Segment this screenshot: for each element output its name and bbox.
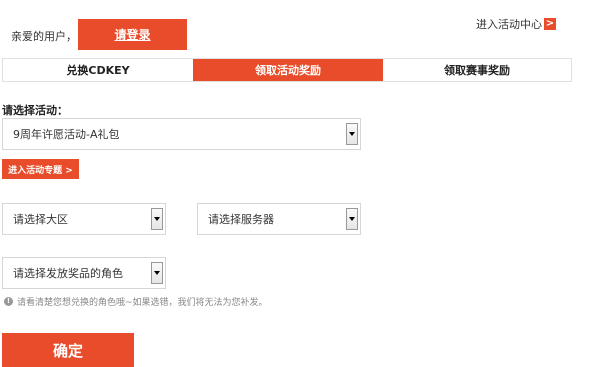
- region-select[interactable]: 请选择大区: [2, 203, 166, 235]
- enter-activity-center-label: 进入活动中心: [476, 18, 542, 31]
- greeting-text: 亲爱的用户，: [11, 30, 77, 43]
- arrow-right-icon: >: [544, 18, 556, 30]
- notice-text: 请看清楚您想兑换的角色哦~如果选错，我们将无法为您补发。: [17, 298, 268, 308]
- activity-select-value: 9周年许愿活动-A礼包: [13, 128, 120, 141]
- server-select[interactable]: 请选择服务器: [197, 203, 361, 235]
- role-select[interactable]: 请选择发放奖品的角色: [2, 257, 166, 289]
- region-select-value: 请选择大区: [13, 213, 68, 226]
- dropdown-arrow-icon[interactable]: [346, 123, 358, 145]
- notice: ! 请看清楚您想兑换的角色哦~如果选错，我们将无法为您补发。: [4, 295, 268, 308]
- tab-cdkey[interactable]: 兑换CDKEY: [3, 59, 193, 81]
- server-select-value: 请选择服务器: [208, 213, 274, 226]
- dropdown-arrow-icon[interactable]: [346, 208, 358, 230]
- activity-select-label: 请选择活动：: [2, 104, 68, 117]
- info-icon: !: [4, 297, 13, 306]
- confirm-button[interactable]: 确定: [2, 333, 134, 367]
- role-select-value: 请选择发放奖品的角色: [13, 267, 123, 280]
- login-button[interactable]: 请登录: [78, 19, 187, 50]
- tab-bar: 兑换CDKEY 领取活动奖励 领取赛事奖励: [2, 58, 572, 82]
- enter-topic-button[interactable]: 进入活动专题 >: [2, 159, 79, 179]
- enter-activity-center-link[interactable]: 进入活动中心 >: [476, 16, 556, 32]
- activity-select[interactable]: 9周年许愿活动-A礼包: [2, 118, 361, 150]
- tab-event-reward[interactable]: 领取赛事奖励: [383, 59, 571, 81]
- dropdown-arrow-icon[interactable]: [151, 262, 163, 284]
- tab-activity-reward[interactable]: 领取活动奖励: [193, 59, 383, 81]
- dropdown-arrow-icon[interactable]: [151, 208, 163, 230]
